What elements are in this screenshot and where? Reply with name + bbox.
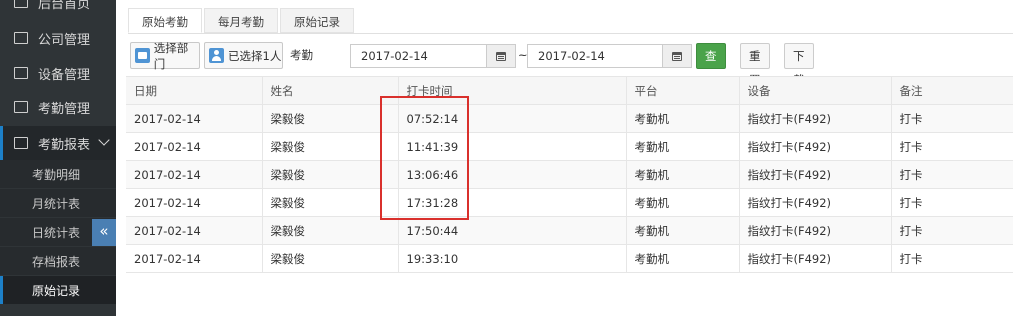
calendar-icon <box>496 51 506 61</box>
building-icon <box>14 32 28 44</box>
chevron-down-icon <box>98 134 110 146</box>
cell-device: 指纹打卡(F492) <box>739 132 892 161</box>
sidebar-subitem-label: 日统计表 <box>32 225 81 240</box>
sidebar-subitem-label: 月统计表 <box>32 196 81 211</box>
table-header-row: 日期 姓名 打卡时间 平台 设备 备注 <box>126 76 1013 105</box>
sidebar-item-devices[interactable]: 设备管理 <box>0 57 116 89</box>
cell-device: 指纹打卡(F492) <box>739 216 892 245</box>
column-header-remark[interactable]: 备注 <box>891 76 1013 105</box>
cell-punch-time: 17:31:28 <box>398 188 627 217</box>
home-icon <box>14 0 28 8</box>
sidebar-item-label: 公司管理 <box>38 32 91 48</box>
cell-remark: 打卡 <box>891 132 1013 161</box>
monitor-icon <box>14 67 28 79</box>
query-button[interactable]: 查询 <box>696 43 726 87</box>
cell-device: 指纹打卡(F492) <box>739 188 892 217</box>
cell-punch-time: 11:41:39 <box>398 132 627 161</box>
cell-name: 梁毅俊 <box>262 132 399 161</box>
sidebar-subitem-monthly[interactable]: 月统计表 <box>0 189 116 217</box>
double-chevron-left-icon: « <box>99 222 109 240</box>
table-row[interactable]: 2017-02-14 梁毅俊 07:52:14 考勤机 指纹打卡(F492) 打… <box>126 104 1013 133</box>
cell-device: 指纹打卡(F492) <box>739 244 892 273</box>
tab-raw-records[interactable]: 原始记录 <box>280 8 354 33</box>
cell-device: 指纹打卡(F492) <box>739 160 892 189</box>
cell-punch-time: 13:06:46 <box>398 160 627 189</box>
column-header-date[interactable]: 日期 <box>126 76 263 105</box>
sidebar-subitem-archive[interactable]: 存档报表 <box>0 247 116 275</box>
tab-divider <box>128 33 1013 34</box>
cell-date: 2017-02-14 <box>126 216 263 245</box>
cell-date: 2017-02-14 <box>126 244 263 273</box>
cell-remark: 打卡 <box>891 188 1013 217</box>
sidebar-item-attendance[interactable]: 考勤管理 <box>0 91 116 123</box>
records-table: 日期 姓名 打卡时间 平台 设备 备注 2017-02-14 梁毅俊 07:52… <box>126 76 1013 273</box>
cell-punch-time: 19:33:10 <box>398 244 627 273</box>
cell-name: 梁毅俊 <box>262 188 399 217</box>
end-date-calendar-button[interactable] <box>662 44 692 68</box>
column-header-device[interactable]: 设备 <box>739 76 892 105</box>
user-icon <box>209 48 224 63</box>
sidebar-subitem-label: 存档报表 <box>32 254 81 269</box>
start-date-calendar-button[interactable] <box>486 44 516 68</box>
cell-date: 2017-02-14 <box>126 132 263 161</box>
calendar-icon <box>14 101 28 113</box>
cell-name: 梁毅俊 <box>262 104 399 133</box>
tab-raw-attendance[interactable]: 原始考勤 <box>128 8 202 33</box>
table-row[interactable]: 2017-02-14 梁毅俊 11:41:39 考勤机 指纹打卡(F492) 打… <box>126 132 1013 161</box>
cell-remark: 打卡 <box>891 216 1013 245</box>
sidebar-item-label: 考勤管理 <box>38 101 91 117</box>
table-row[interactable]: 2017-02-14 梁毅俊 17:31:28 考勤机 指纹打卡(F492) 打… <box>126 188 1013 217</box>
sidebar-item-company[interactable]: 公司管理 <box>0 22 116 54</box>
start-date-input[interactable]: 2017-02-14 <box>350 44 487 68</box>
sidebar-item-label: 后台首页 <box>38 0 91 12</box>
tab-monthly-attendance[interactable]: 每月考勤 <box>204 8 278 33</box>
cell-device: 指纹打卡(F492) <box>739 104 892 133</box>
column-header-name[interactable]: 姓名 <box>262 76 399 105</box>
chart-icon <box>14 137 28 149</box>
cell-name: 梁毅俊 <box>262 216 399 245</box>
sidebar-item-reports[interactable]: 考勤报表 <box>0 126 116 160</box>
sidebar-subitem-detail[interactable]: 考勤明细 <box>0 160 116 188</box>
cell-platform: 考勤机 <box>626 188 740 217</box>
sidebar-subitem-raw-records[interactable]: 原始记录 <box>0 276 116 304</box>
sidebar: 后台首页 公司管理 设备管理 考勤管理 考勤报表 考勤明细 月统计表 日统计表 … <box>0 0 116 316</box>
selected-people-button[interactable]: 已选择1人 <box>204 42 283 69</box>
selected-people-label: 已选择1人 <box>228 48 282 63</box>
cell-punch-time: 07:52:14 <box>398 104 627 133</box>
column-header-punch-time[interactable]: 打卡时间 <box>398 76 627 105</box>
sidebar-subitem-label: 原始记录 <box>32 283 81 298</box>
sidebar-item-label: 设备管理 <box>38 67 91 83</box>
cell-remark: 打卡 <box>891 160 1013 189</box>
select-department-label: 选择部门 <box>153 40 189 71</box>
folder-icon <box>135 48 150 63</box>
column-header-platform[interactable]: 平台 <box>626 76 740 105</box>
cell-platform: 考勤机 <box>626 160 740 189</box>
collapse-sidebar-button[interactable]: « <box>92 219 116 246</box>
calendar-icon <box>672 51 682 61</box>
sidebar-item-label: 考勤报表 <box>38 137 91 153</box>
cell-platform: 考勤机 <box>626 244 740 273</box>
cell-platform: 考勤机 <box>626 132 740 161</box>
cell-date: 2017-02-14 <box>126 104 263 133</box>
cell-platform: 考勤机 <box>626 216 740 245</box>
select-department-button[interactable]: 选择部门 <box>130 40 200 71</box>
cell-remark: 打卡 <box>891 104 1013 133</box>
cell-punch-time: 17:50:44 <box>398 216 627 245</box>
table-row[interactable]: 2017-02-14 梁毅俊 19:33:10 考勤机 指纹打卡(F492) 打… <box>126 244 1013 273</box>
sidebar-subitem-label: 考勤明细 <box>32 167 81 182</box>
cell-platform: 考勤机 <box>626 104 740 133</box>
table-row[interactable]: 2017-02-14 梁毅俊 13:06:46 考勤机 指纹打卡(F492) 打… <box>126 160 1013 189</box>
cell-name: 梁毅俊 <box>262 160 399 189</box>
cell-date: 2017-02-14 <box>126 160 263 189</box>
sidebar-item-home[interactable]: 后台首页 <box>0 0 116 18</box>
tab-bar: 原始考勤 每月考勤 原始记录 <box>128 8 356 34</box>
reset-button[interactable]: 重置 <box>740 43 770 87</box>
cell-date: 2017-02-14 <box>126 188 263 217</box>
table-row[interactable]: 2017-02-14 梁毅俊 17:50:44 考勤机 指纹打卡(F492) 打… <box>126 216 1013 245</box>
cell-remark: 打卡 <box>891 244 1013 273</box>
end-date-input[interactable]: 2017-02-14 <box>527 44 663 68</box>
attendance-time-label: 考勤时间： <box>290 48 313 116</box>
cell-name: 梁毅俊 <box>262 244 399 273</box>
download-button[interactable]: 下载 <box>784 43 814 87</box>
